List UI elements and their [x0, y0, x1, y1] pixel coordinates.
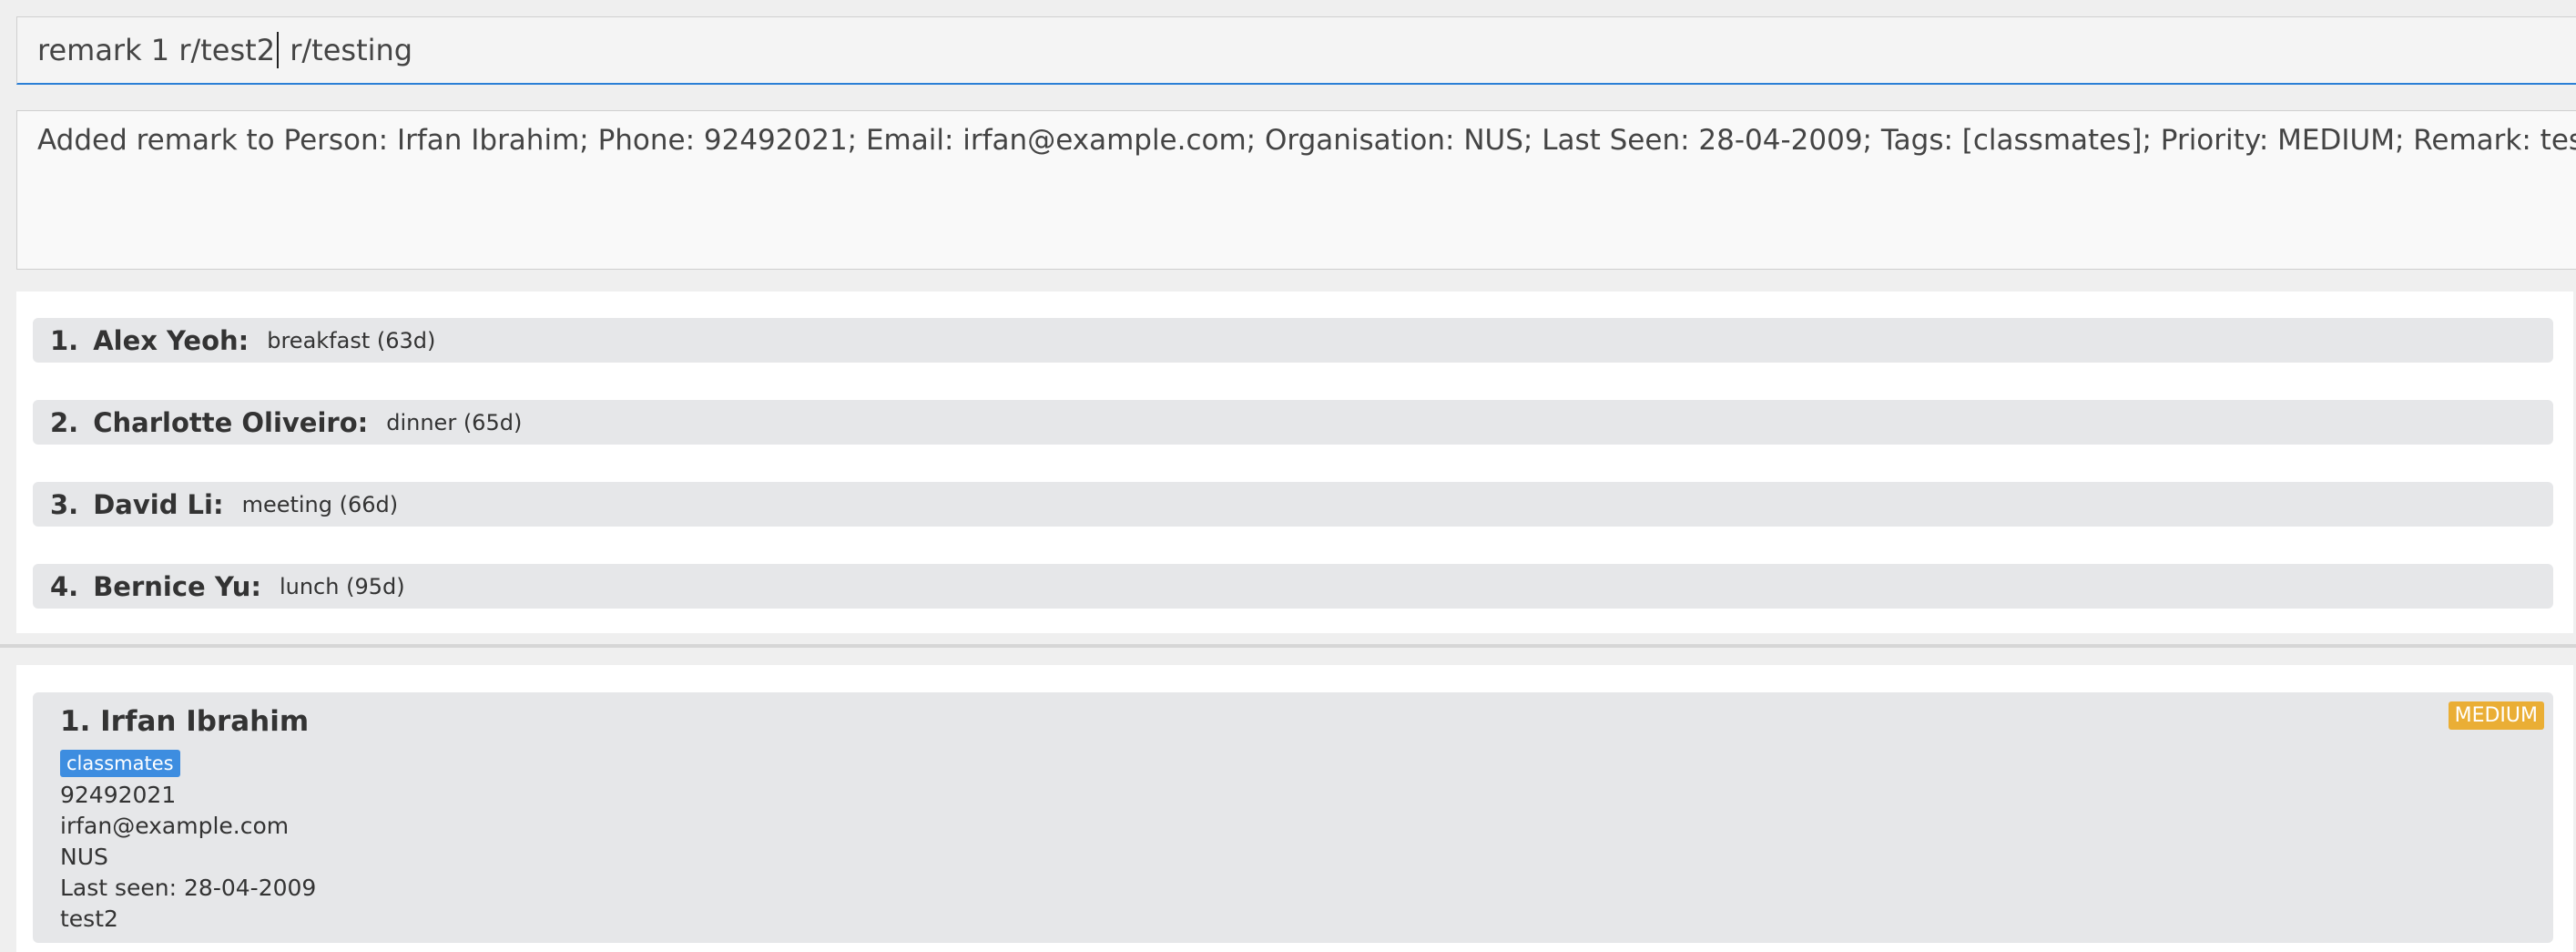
- reminder-index: 1.: [50, 324, 79, 356]
- person-organisation: NUS: [60, 844, 108, 870]
- person-remark: test2: [60, 906, 118, 932]
- result-message: Added remark to Person: Irfan Ibrahim; P…: [37, 124, 2576, 157]
- reminder-index: 2.: [50, 406, 79, 438]
- reminder-row[interactable]: 1. Alex Yeoh: breakfast (63d): [33, 318, 2553, 363]
- reminder-detail: breakfast (63d): [267, 327, 436, 353]
- command-text-after-caret: r/testing: [280, 33, 413, 67]
- reminder-index: 3.: [50, 488, 79, 520]
- text-caret: [277, 32, 280, 68]
- person-phone: 92492021: [60, 782, 177, 808]
- reminder-row[interactable]: 3. David Li: meeting (66d): [33, 482, 2553, 527]
- result-display: Added remark to Person: Irfan Ibrahim; P…: [16, 110, 2576, 270]
- person-list: 1. Irfan Ibrahim MEDIUM classmates 92492…: [16, 665, 2573, 952]
- person-name: 1. Irfan Ibrahim: [60, 705, 310, 738]
- reminder-detail: dinner (65d): [386, 409, 523, 435]
- reminder-name: David Li:: [93, 488, 224, 520]
- priority-badge: MEDIUM: [2448, 701, 2544, 730]
- reminder-index: 4.: [50, 570, 79, 602]
- reminder-detail: meeting (66d): [241, 491, 399, 517]
- reminder-row[interactable]: 4. Bernice Yu: lunch (95d): [33, 564, 2553, 609]
- reminder-detail: lunch (95d): [279, 573, 405, 599]
- app-window: remark 1 r/test2 r/testing Added remark …: [0, 0, 2576, 952]
- tag-badge: classmates: [60, 750, 180, 777]
- command-input[interactable]: remark 1 r/test2 r/testing: [16, 16, 2576, 85]
- reminder-list: 1. Alex Yeoh: breakfast (63d) 2. Charlot…: [16, 292, 2573, 633]
- reminder-name: Alex Yeoh:: [93, 324, 249, 356]
- reminder-name: Charlotte Oliveiro:: [93, 406, 369, 438]
- reminder-row[interactable]: 2. Charlotte Oliveiro: dinner (65d): [33, 400, 2553, 445]
- panel-divider[interactable]: [0, 644, 2576, 648]
- person-last-seen: Last seen: 28-04-2009: [60, 875, 317, 901]
- reminder-name: Bernice Yu:: [93, 570, 261, 602]
- command-text-before-caret: remark 1 r/test2: [37, 33, 276, 67]
- person-email: irfan@example.com: [60, 813, 290, 839]
- person-card[interactable]: 1. Irfan Ibrahim MEDIUM classmates 92492…: [33, 692, 2553, 943]
